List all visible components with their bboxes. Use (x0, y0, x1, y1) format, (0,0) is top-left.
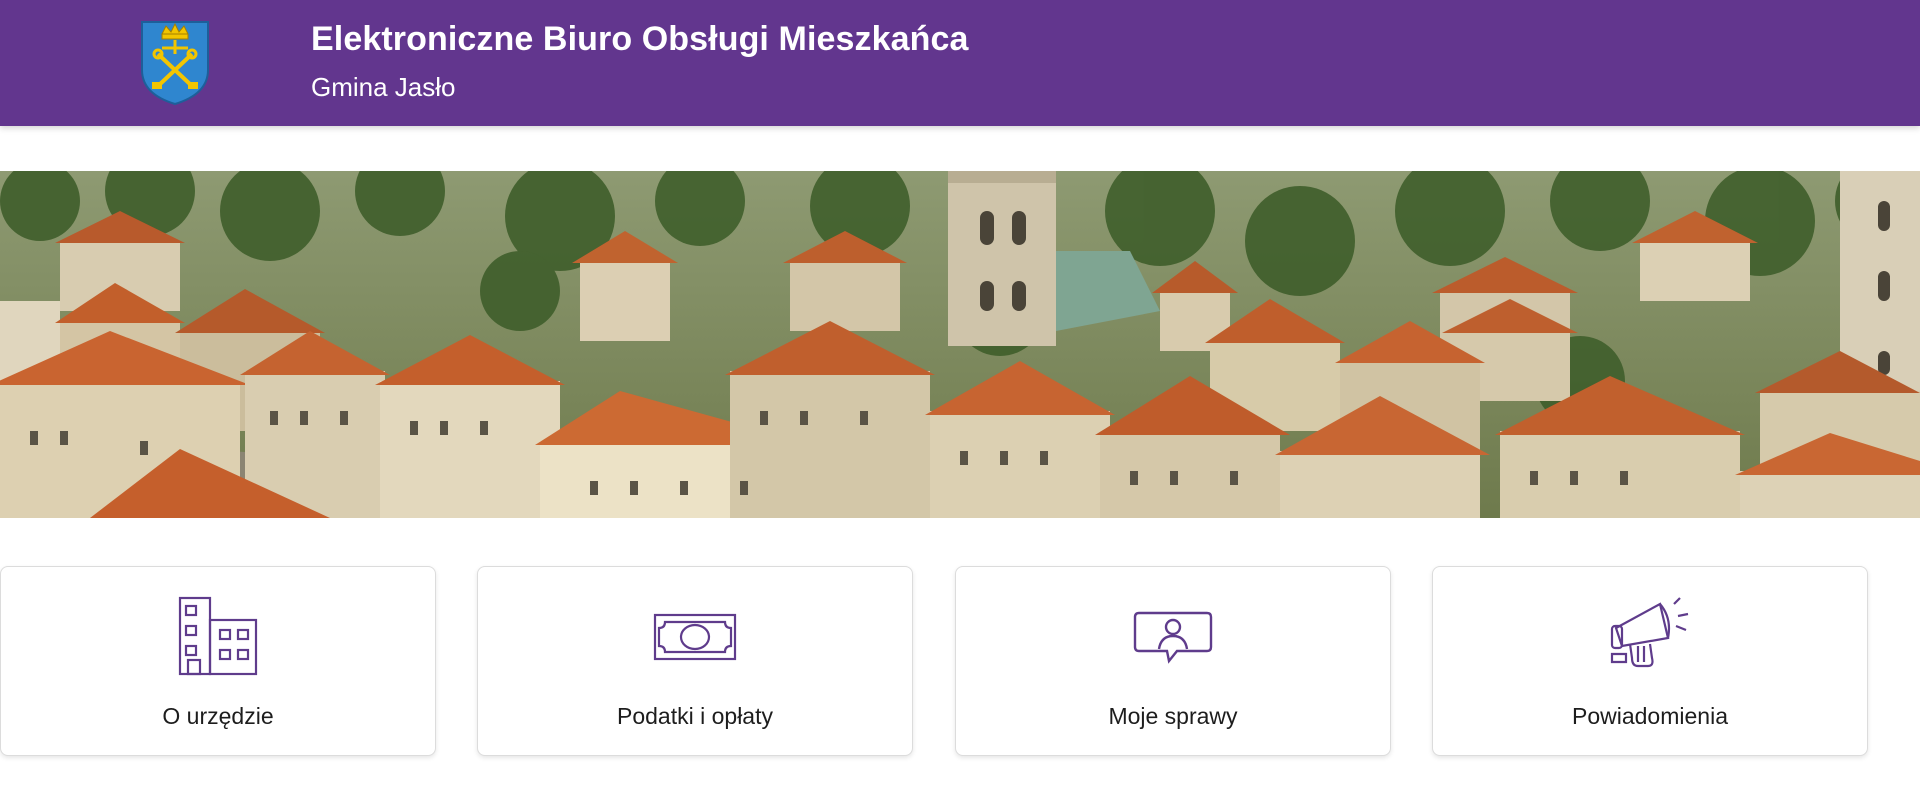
tile-label: Moje sprawy (1108, 703, 1238, 729)
building-icon (173, 595, 263, 679)
megaphone-icon (1605, 595, 1695, 679)
header-titles: Elektroniczne Biuro Obsługi Mieszkańca G… (311, 15, 969, 107)
tile-label: Podatki i opłaty (617, 703, 773, 729)
banknote-icon (650, 595, 740, 679)
tile-moje-sprawy[interactable]: Moje sprawy (955, 566, 1391, 756)
tile-label: Powiadomienia (1572, 703, 1728, 729)
site-header: Elektroniczne Biuro Obsługi Mieszkańca G… (0, 0, 1920, 126)
tile-powiadomienia[interactable]: Powiadomienia (1432, 566, 1868, 756)
tile-label: O urzędzie (162, 703, 274, 729)
tile-podatki-i-oplaty[interactable]: Podatki i opłaty (477, 566, 913, 756)
user-chat-icon (1128, 595, 1218, 679)
tiles-section: O urzędzie Podatki i opłaty Moje sprawy (0, 566, 1920, 756)
aerial-town-photo (0, 171, 1920, 518)
site-subtitle: Gmina Jasło (311, 72, 456, 102)
coat-of-arms-icon[interactable] (138, 18, 212, 106)
site-title: Elektroniczne Biuro Obsługi Mieszkańca (311, 20, 969, 58)
tile-o-urzedzie[interactable]: O urzędzie (0, 566, 436, 756)
